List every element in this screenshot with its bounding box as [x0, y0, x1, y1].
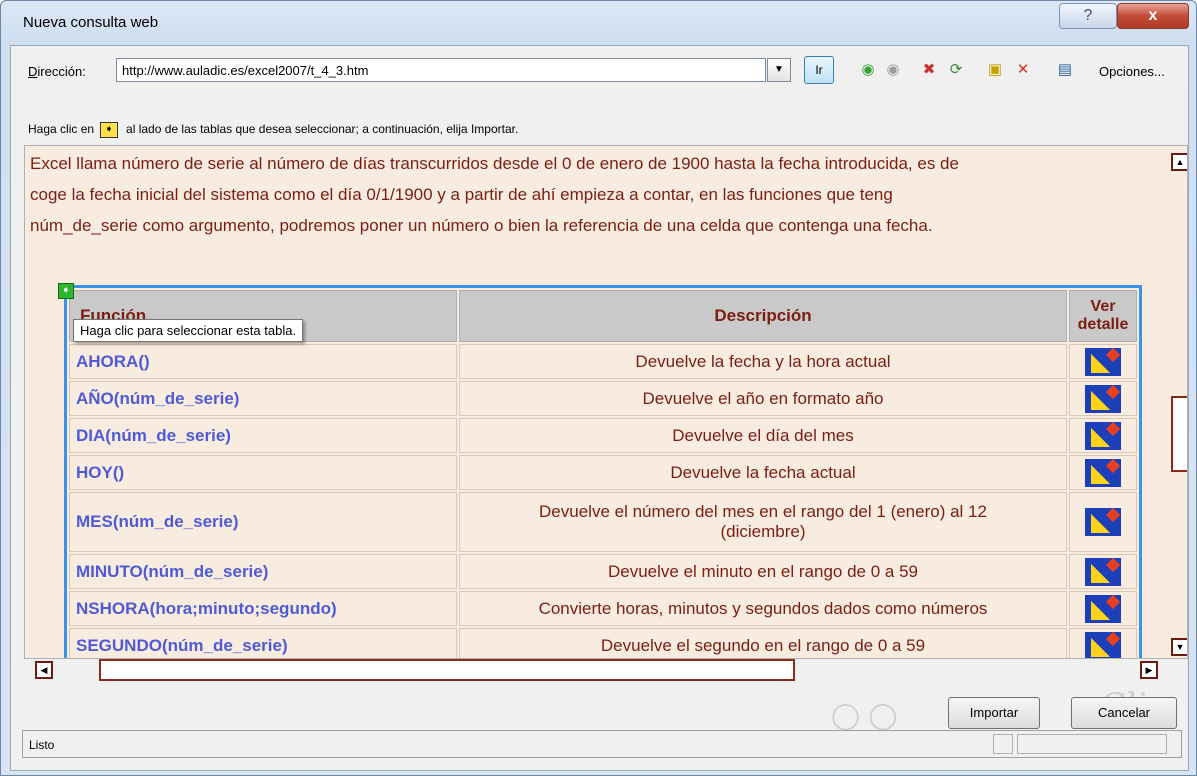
status-text: Listo [29, 738, 55, 752]
show-icons-icon[interactable]: ▣ [985, 60, 1005, 80]
detail-arrow-icon[interactable] [1085, 631, 1121, 658]
go-button[interactable]: Ir [804, 56, 834, 84]
select-table-tooltip: Haga clic para seleccionar esta tabla. [73, 319, 304, 342]
dialog-client: Dirección: http://www.auladic.es/excel20… [10, 45, 1189, 771]
refresh-icon[interactable]: ⟳ [946, 60, 966, 80]
table-row: HOY() Devuelve la fecha actual [69, 455, 1137, 490]
table-row: DIA(núm_de_serie) Devuelve el día del me… [69, 418, 1137, 453]
description-cell: Convierte horas, minutos y segundos dado… [459, 591, 1067, 626]
close-button[interactable]: x [1117, 3, 1189, 29]
scroll-up-arrow-icon[interactable]: ▲ [1171, 153, 1187, 171]
address-label-rest: irección: [37, 64, 86, 79]
cancel-button[interactable]: Cancelar [1071, 697, 1177, 729]
title-bar: Nueva consulta web ? x [1, 1, 1196, 45]
save-query-icon[interactable]: ▤ [1055, 60, 1075, 80]
instruction-text: Haga clic en ➧ al lado de las tablas que d… [28, 122, 518, 138]
select-table-arrow-icon: ➧ [100, 122, 119, 138]
instruction-before: Haga clic en [28, 122, 95, 137]
address-input[interactable]: http://www.auladic.es/excel2007/t_4_3.ht… [116, 58, 766, 82]
detail-cell[interactable] [1069, 492, 1137, 552]
function-cell[interactable]: NSHORA(hora;minuto;segundo) [69, 591, 457, 626]
table-row: AHORA() Devuelve la fecha y la hora actu… [69, 344, 1137, 379]
address-label: Dirección: [28, 64, 86, 79]
scroll-down-arrow-icon[interactable]: ▼ [1171, 638, 1187, 656]
detail-arrow-icon[interactable] [1085, 557, 1121, 586]
function-cell[interactable]: HOY() [69, 455, 457, 490]
horizontal-scrollbar-thumb[interactable] [99, 659, 795, 681]
import-button[interactable]: Importar [948, 697, 1040, 729]
detail-cell[interactable] [1069, 418, 1137, 453]
page-paragraph: Excel llama número de serie al número de… [30, 148, 1160, 241]
detail-arrow-icon[interactable] [1085, 384, 1121, 413]
watermark-mouse-logo: ◯ ◯ [831, 701, 898, 731]
paragraph-line-3: núm_de_serie como argumento, podremos po… [30, 216, 933, 235]
function-cell[interactable]: AHORA() [69, 344, 457, 379]
header-descripcion: Descripción [459, 290, 1067, 342]
header-ver-detalle: Ver detalle [1069, 290, 1137, 342]
paragraph-line-1: Excel llama número de serie al número de… [30, 154, 959, 173]
web-preview-pane: Excel llama número de serie al número de… [24, 145, 1188, 659]
window-title: Nueva consulta web [23, 14, 159, 31]
status-panel-1 [993, 734, 1013, 754]
address-label-accel: D [28, 64, 38, 79]
detail-cell[interactable] [1069, 591, 1137, 626]
table-select-arrow-icon[interactable]: ➧ [58, 283, 74, 299]
instruction-after: al lado de las tablas que desea seleccio… [126, 122, 519, 137]
stop-icon[interactable]: ✖ [919, 60, 939, 80]
functions-table[interactable]: Función Descripción Ver detalle AHORA() … [67, 288, 1139, 658]
table-row: MES(núm_de_serie) Devuelve el número del… [69, 492, 1137, 552]
table-row: MINUTO(núm_de_serie) Devuelve el minuto … [69, 554, 1137, 589]
description-cell: Devuelve la fecha y la hora actual [459, 344, 1067, 379]
options-button[interactable]: Opciones... [1099, 64, 1165, 79]
description-cell: Devuelve el segundo en el rango de 0 a 5… [459, 628, 1067, 658]
detail-arrow-icon[interactable] [1085, 347, 1121, 376]
detail-cell[interactable] [1069, 554, 1137, 589]
description-cell: Devuelve el año en formato año [459, 381, 1067, 416]
scroll-left-arrow-icon[interactable]: ◀ [35, 661, 53, 679]
detail-cell[interactable] [1069, 628, 1137, 658]
back-icon[interactable]: ◉ [858, 60, 878, 80]
function-cell[interactable]: MES(núm_de_serie) [69, 492, 457, 552]
detail-cell[interactable] [1069, 344, 1137, 379]
description-cell: Devuelve el día del mes [459, 418, 1067, 453]
status-panel-2 [1017, 734, 1167, 754]
table-row: AÑO(núm_de_serie) Devuelve el año en for… [69, 381, 1137, 416]
detail-arrow-icon[interactable] [1085, 458, 1121, 487]
detail-arrow-icon[interactable] [1085, 421, 1121, 450]
function-cell[interactable]: AÑO(núm_de_serie) [69, 381, 457, 416]
forward-icon[interactable]: ◉ [883, 60, 903, 80]
dialog-window: Nueva consulta web ? x Dirección: http:/… [0, 0, 1197, 776]
status-bar: Listo [22, 730, 1182, 758]
function-cell[interactable]: SEGUNDO(núm_de_serie) [69, 628, 457, 658]
description-cell: Devuelve la fecha actual [459, 455, 1067, 490]
hide-icons-icon[interactable]: ✕ [1013, 60, 1033, 80]
detail-cell[interactable] [1069, 381, 1137, 416]
vertical-scrollbar-thumb[interactable] [1171, 396, 1187, 472]
detail-cell[interactable] [1069, 455, 1137, 490]
detail-arrow-icon[interactable] [1085, 508, 1121, 536]
help-button[interactable]: ? [1059, 3, 1117, 29]
function-cell[interactable]: MINUTO(núm_de_serie) [69, 554, 457, 589]
address-dropdown-button[interactable]: ▼ [767, 58, 791, 82]
table-row: NSHORA(hora;minuto;segundo) Convierte ho… [69, 591, 1137, 626]
address-toolbar: Dirección: http://www.auladic.es/excel20… [11, 46, 1188, 86]
table-row: SEGUNDO(núm_de_serie) Devuelve el segund… [69, 628, 1137, 658]
paragraph-line-2: coge la fecha inicial del sistema como e… [30, 185, 893, 204]
scroll-right-arrow-icon[interactable]: ▶ [1140, 661, 1158, 679]
chevron-down-icon: ▼ [774, 64, 784, 75]
description-cell: Devuelve el número del mes en el rango d… [459, 492, 1067, 552]
detail-arrow-icon[interactable] [1085, 594, 1121, 623]
function-cell[interactable]: DIA(núm_de_serie) [69, 418, 457, 453]
description-cell: Devuelve el minuto en el rango de 0 a 59 [459, 554, 1067, 589]
